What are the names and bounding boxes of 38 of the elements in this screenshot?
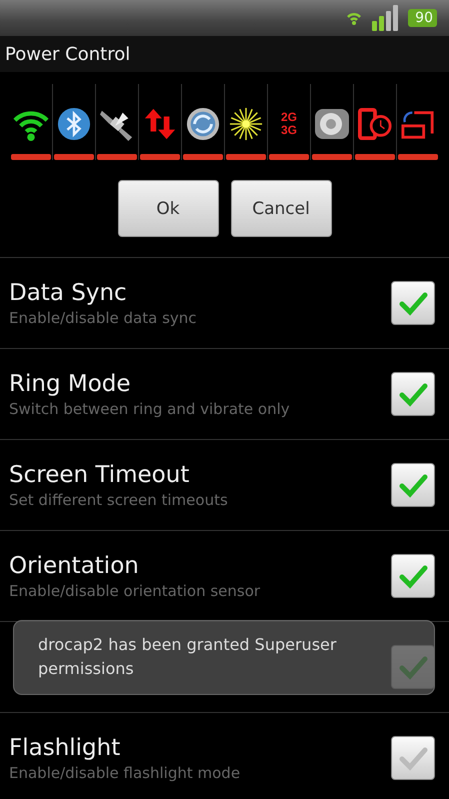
setting-description: Enable/disable orientation sensor [9,582,262,600]
toggle-button[interactable] [311,84,354,160]
toggle-button[interactable] [182,84,225,160]
dialog-button[interactable]: Cancel [230,180,332,237]
checkbox[interactable] [391,281,435,325]
window-title: Power Control [5,44,130,64]
toggle-button[interactable] [225,84,268,160]
setting-title: Orientation [9,552,140,578]
setting-title: Ring Mode [9,370,132,396]
setting-title: Screen Timeout [9,462,190,488]
toggle-button[interactable] [10,84,53,160]
up-down-arrows-icon [143,107,177,141]
checkbox[interactable] [391,463,435,507]
signal-icon [372,5,398,31]
checkbox[interactable] [391,372,435,416]
speaker-icon [314,106,350,142]
bluetooth-icon [57,107,91,141]
toggle-button[interactable] [354,84,397,160]
dialog-button[interactable]: Ok [118,180,218,237]
setting-title: Flashlight [9,734,122,760]
phone-clock-icon [358,107,392,141]
setting-description: Set different screen timeouts [9,490,229,508]
wifi-icon [346,11,362,25]
toggle-button[interactable] [139,84,182,160]
setting-title: Data Sync [9,280,128,306]
checkbox[interactable] [391,554,435,598]
sync-icon [186,107,220,141]
setting-description: Switch between ring and vibrate only [9,400,291,418]
toggle-button[interactable] [53,84,96,160]
network-mode-icon: 2G 3G [280,111,297,137]
toast-message: drocap2 has been granted Superuser permissions [38,635,336,678]
toggle-button[interactable] [96,84,139,160]
setting-description: Enable/disable flashlight mode [9,764,242,782]
checkbox[interactable] [391,736,435,780]
sun-icon [229,107,263,141]
battery-indicator: 90 [408,9,437,27]
toggle-button[interactable]: 2G 3G [268,84,311,160]
setting-description: Enable/disable data sync [9,308,198,326]
